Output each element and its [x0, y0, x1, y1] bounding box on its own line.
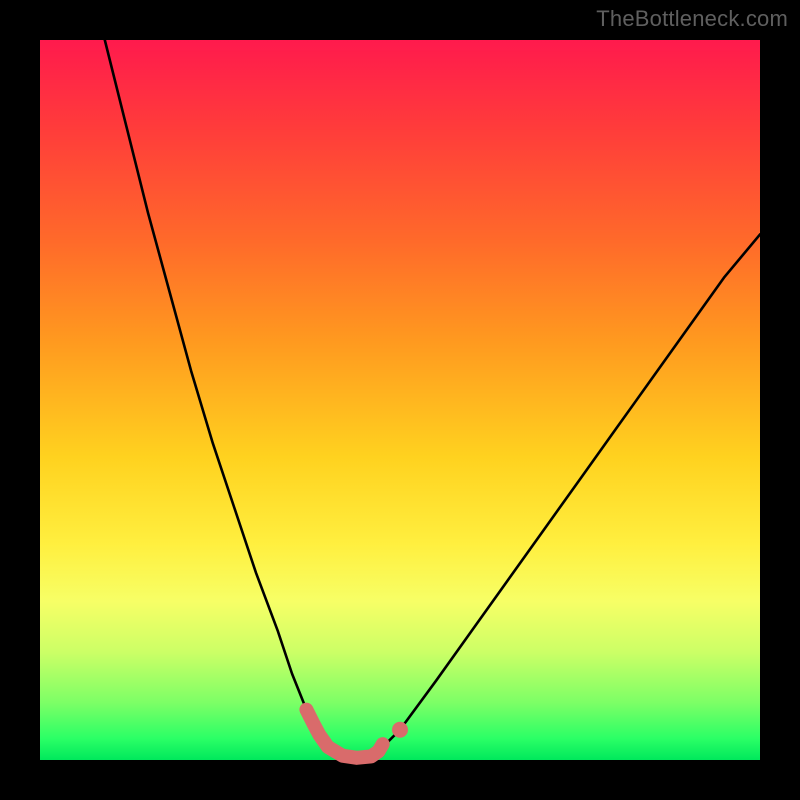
watermark-label: TheBottleneck.com [596, 6, 788, 32]
chart-frame: TheBottleneck.com [0, 0, 800, 800]
bottleneck-dot [392, 722, 408, 738]
curve-svg [40, 40, 760, 760]
bottleneck-curve [105, 40, 760, 758]
bottleneck-highlight [306, 710, 382, 758]
plot-area [40, 40, 760, 760]
